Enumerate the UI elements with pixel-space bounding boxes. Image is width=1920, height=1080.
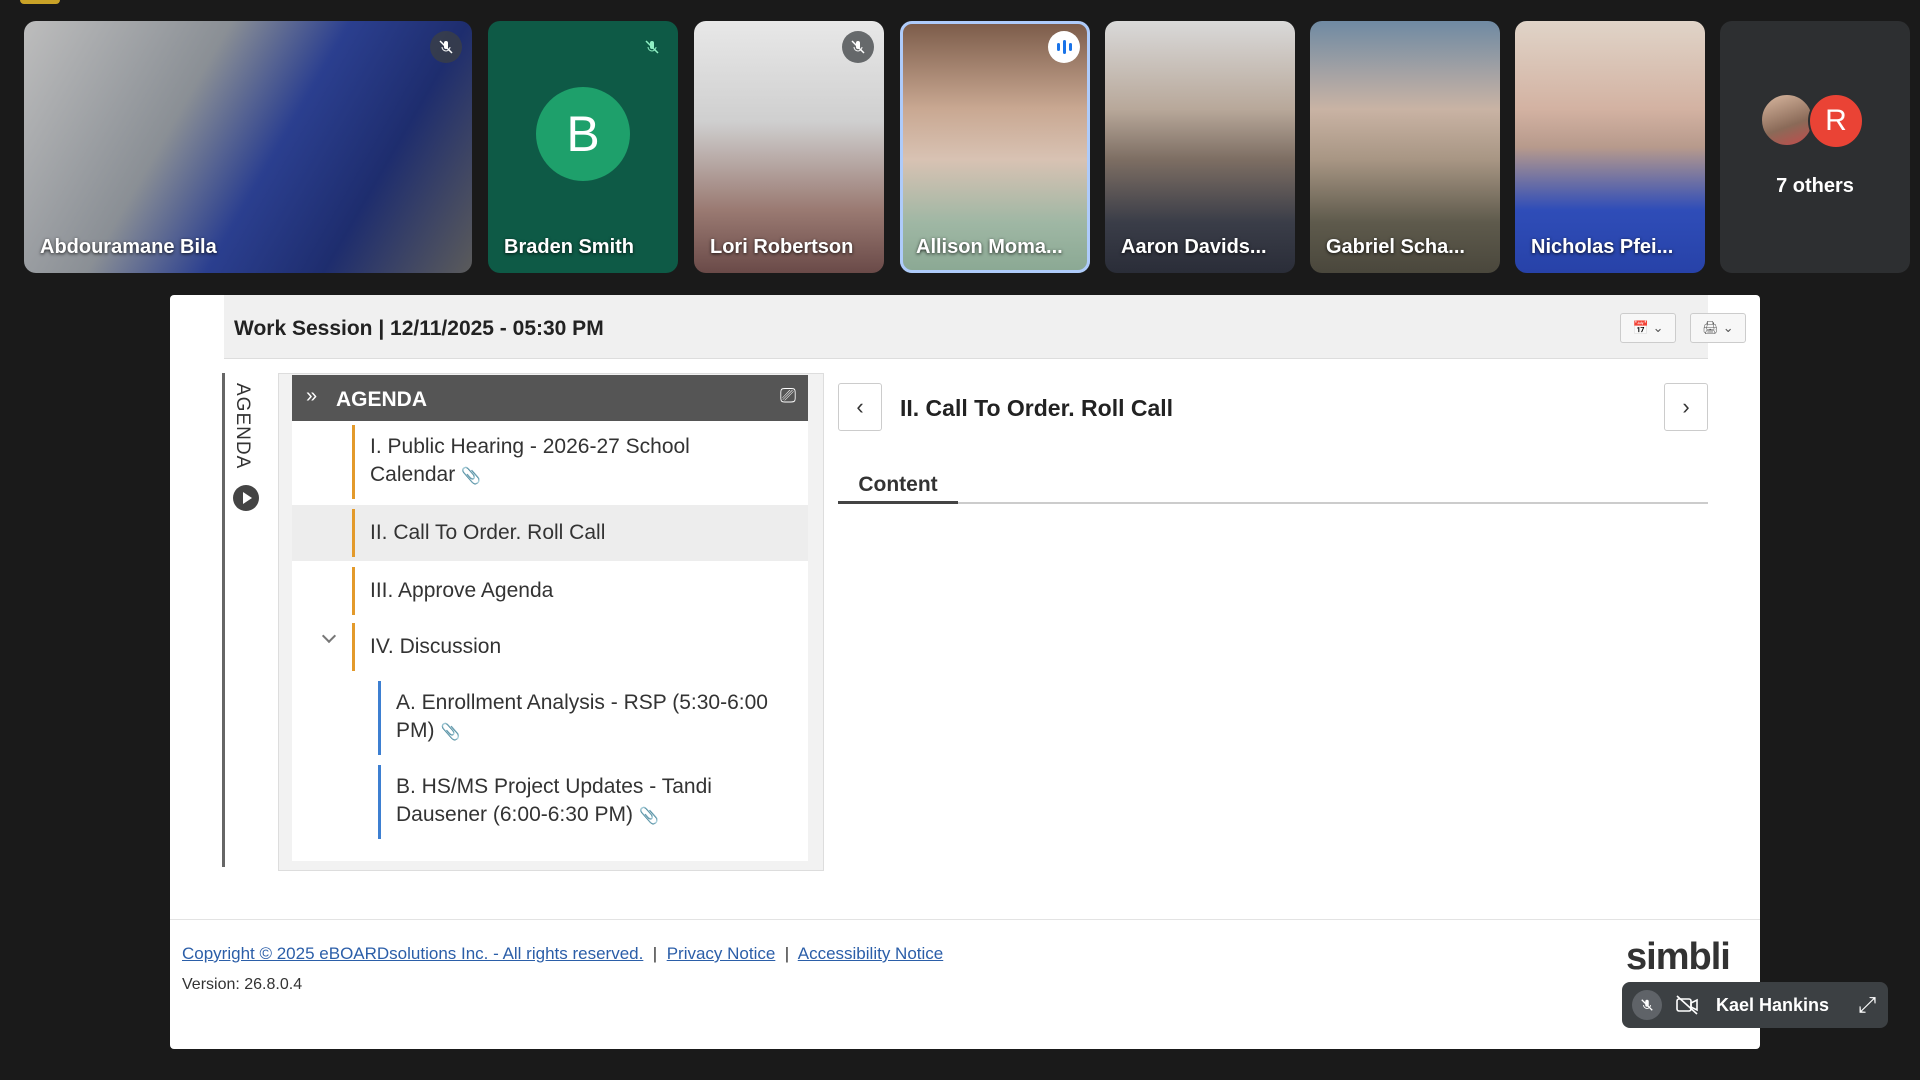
others-count: 7 others: [1776, 175, 1854, 197]
agenda-subitem[interactable]: A. Enrollment Analysis - RSP (5:30-6:00 …: [292, 677, 808, 759]
mic-off-icon: [430, 31, 462, 63]
chevron-down-icon: ⌄: [1652, 320, 1664, 335]
chevron-right-icon: ›: [1682, 394, 1690, 419]
separator: |: [648, 944, 662, 963]
agenda-item-label: Calendar: [370, 463, 456, 486]
attachment-icon: 📎: [440, 724, 461, 741]
agenda-item-label: A. Enrollment Analysis - RSP (5:30-6:00: [396, 691, 768, 714]
agenda-item-label: II. Call To Order. Roll Call: [370, 521, 606, 544]
mic-off-icon: [842, 31, 874, 63]
avatar: B: [536, 87, 630, 181]
agenda-header-label: AGENDA: [336, 388, 428, 411]
agenda-item-marker: [378, 765, 381, 839]
collapse-icon[interactable]: »: [306, 385, 317, 408]
agenda-vertical-tab[interactable]: AGENDA: [222, 373, 262, 867]
agenda-item[interactable]: IV. Discussion: [292, 619, 808, 675]
agenda-list: I. Public Hearing - 2026-27 School Calen…: [292, 421, 808, 861]
separator: |: [780, 944, 794, 963]
agenda-item-marker: [352, 623, 355, 671]
agenda-item-label: Dausener (6:00-6:30 PM): [396, 803, 633, 826]
play-icon[interactable]: [233, 485, 259, 511]
version-text: Version: 26.8.0.4: [182, 976, 303, 993]
agenda-item-label: III. Approve Agenda: [370, 579, 554, 602]
participant-name: Abdouramane Bila: [40, 236, 217, 258]
agenda-item-label: IV. Discussion: [370, 635, 502, 658]
expand-icon[interactable]: ⤢: [1858, 992, 1876, 1018]
footer-links: Copyright © 2025 eBOARDsolutions Inc. - …: [182, 944, 943, 964]
avatar: [1760, 93, 1814, 147]
self-view-bar[interactable]: Kael Hankins ⤢: [1622, 982, 1888, 1028]
camera-off-icon[interactable]: [1674, 992, 1700, 1023]
attachment-icon: 📎: [638, 808, 659, 825]
participant-tile[interactable]: Nicholas Pfei...: [1515, 21, 1705, 273]
participant-tile[interactable]: Gabriel Scha...: [1310, 21, 1500, 273]
page-title: Work Session | 12/11/2025 - 05:30 PM: [234, 317, 604, 340]
agenda-item-label: PM): [396, 719, 435, 742]
audio-level-icon: [1048, 31, 1080, 63]
agenda-item-selected[interactable]: II. Call To Order. Roll Call: [292, 505, 808, 561]
mic-off-icon[interactable]: [1632, 990, 1662, 1020]
agenda-item-marker: [352, 509, 355, 557]
others-tile[interactable]: R 7 others: [1720, 21, 1910, 273]
agenda-item[interactable]: III. Approve Agenda: [292, 563, 808, 619]
privacy-link[interactable]: Privacy Notice: [667, 944, 776, 963]
copyright-link[interactable]: Copyright © 2025 eBOARDsolutions Inc. - …: [182, 944, 643, 963]
agenda-item-label: I. Public Hearing - 2026-27 School: [370, 435, 690, 458]
calendar-dropdown-button[interactable]: 📅 ⌄: [1620, 313, 1676, 343]
participant-tile[interactable]: B Braden Smith: [488, 21, 678, 273]
participant-tile[interactable]: Aaron Davids...: [1105, 21, 1295, 273]
participant-name: Allison Moma...: [916, 236, 1063, 258]
agenda-header: » AGENDA ⎚: [292, 375, 808, 421]
chevron-left-icon: ‹: [856, 394, 864, 419]
participant-tile[interactable]: Abdouramane Bila: [24, 21, 472, 273]
meeting-header: Work Session | 12/11/2025 - 05:30 PM 📅 ⌄ …: [224, 295, 1746, 359]
agenda-panel: » AGENDA ⎚ I. Public Hearing - 2026-27 S…: [278, 373, 824, 871]
tab-content[interactable]: Content: [838, 471, 958, 504]
participant-name: Aaron Davids...: [1121, 236, 1267, 258]
pin-icon[interactable]: ⎚: [780, 385, 796, 408]
accessibility-link[interactable]: Accessibility Notice: [798, 944, 944, 963]
next-item-button[interactable]: ›: [1664, 383, 1708, 431]
agenda-item-label: B. HS/MS Project Updates - Tandi: [396, 775, 712, 798]
print-dropdown-button[interactable]: 🖨 ⌄: [1690, 313, 1746, 343]
avatar: R: [1808, 93, 1864, 149]
chevron-down-icon[interactable]: [321, 628, 337, 644]
mic-off-icon: [636, 31, 668, 63]
participant-name: Nicholas Pfei...: [1531, 236, 1674, 258]
agenda-tab-label: AGENDA: [232, 383, 253, 470]
agenda-item-marker: [352, 567, 355, 615]
agenda-item-marker: [378, 681, 381, 755]
calendar-icon: 📅: [1632, 320, 1649, 335]
footer: Copyright © 2025 eBOARDsolutions Inc. - …: [170, 919, 1760, 1049]
agenda-item[interactable]: I. Public Hearing - 2026-27 School Calen…: [292, 421, 808, 503]
detail-title: II. Call To Order. Roll Call: [900, 395, 1174, 421]
brand-logo: simbli: [1626, 936, 1731, 978]
participant-tile[interactable]: Lori Robertson: [694, 21, 884, 273]
agenda-subitem[interactable]: B. HS/MS Project Updates - Tandi Dausene…: [292, 761, 808, 843]
chevron-down-icon: ⌄: [1722, 320, 1734, 335]
participant-name: Gabriel Scha...: [1326, 236, 1465, 258]
attachment-icon: 📎: [461, 468, 482, 485]
agenda-item-marker: [352, 425, 355, 499]
participant-name: Lori Robertson: [710, 236, 854, 258]
top-accent-bar: [20, 0, 60, 4]
tab-divider: [838, 502, 1708, 504]
self-view-name: Kael Hankins: [1716, 995, 1830, 1015]
participant-name: Braden Smith: [504, 236, 635, 258]
print-icon: 🖨: [1702, 320, 1719, 335]
participant-tile-active-speaker[interactable]: Allison Moma...: [900, 21, 1090, 273]
previous-item-button[interactable]: ‹: [838, 383, 882, 431]
shared-screen: Work Session | 12/11/2025 - 05:30 PM 📅 ⌄ …: [170, 295, 1760, 1049]
